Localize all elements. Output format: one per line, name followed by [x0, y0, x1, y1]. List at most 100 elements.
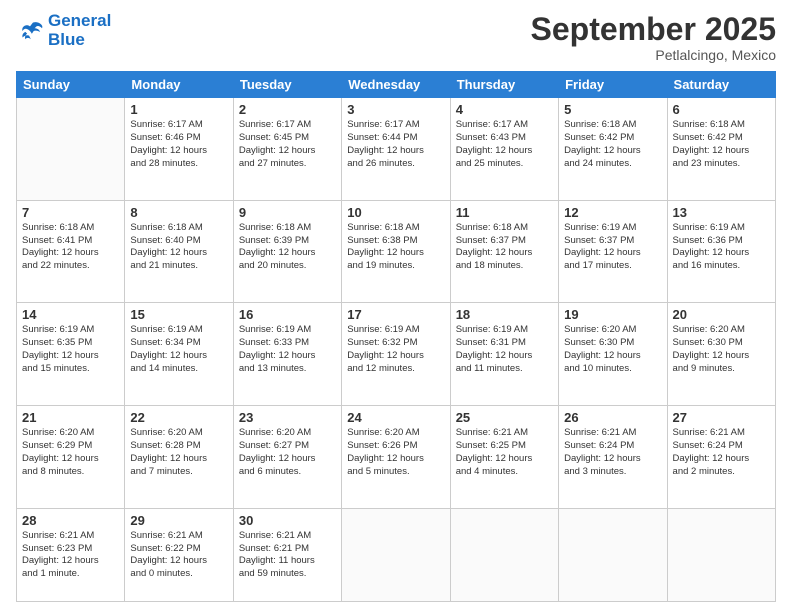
cell-daylight-info: Sunrise: 6:19 AM Sunset: 6:37 PM Dayligh… — [564, 222, 661, 273]
calendar-cell: 7Sunrise: 6:18 AM Sunset: 6:41 PM Daylig… — [17, 200, 125, 303]
cell-daylight-info: Sunrise: 6:18 AM Sunset: 6:42 PM Dayligh… — [673, 119, 770, 170]
day-number: 3 — [347, 102, 444, 117]
calendar-week-row: 28Sunrise: 6:21 AM Sunset: 6:23 PM Dayli… — [17, 508, 776, 601]
col-header-sunday: Sunday — [17, 72, 125, 98]
cell-daylight-info: Sunrise: 6:17 AM Sunset: 6:45 PM Dayligh… — [239, 119, 336, 170]
logo-text-block: General Blue — [48, 12, 111, 49]
col-header-monday: Monday — [125, 72, 233, 98]
day-number: 17 — [347, 307, 444, 322]
day-number: 9 — [239, 205, 336, 220]
cell-daylight-info: Sunrise: 6:20 AM Sunset: 6:30 PM Dayligh… — [564, 324, 661, 375]
day-number: 23 — [239, 410, 336, 425]
cell-daylight-info: Sunrise: 6:17 AM Sunset: 6:44 PM Dayligh… — [347, 119, 444, 170]
cell-daylight-info: Sunrise: 6:21 AM Sunset: 6:24 PM Dayligh… — [673, 427, 770, 478]
day-number: 24 — [347, 410, 444, 425]
day-number: 25 — [456, 410, 553, 425]
calendar-cell: 8 Sunrise: 6:18 AM Sunset: 6:40 PM Daylig… — [125, 200, 233, 303]
calendar-cell: 16 Sunrise: 6:19 AM Sunset: 6:33 PM Dayli… — [233, 303, 341, 406]
logo: General Blue — [16, 12, 111, 49]
calendar-cell — [17, 98, 125, 201]
day-number: 21 — [22, 410, 119, 425]
calendar-header-row: SundayMondayTuesdayWednesdayThursdayFrid… — [17, 72, 776, 98]
cell-daylight-info: Sunrise: 6:20 AM Sunset: 6:30 PM Dayligh… — [673, 324, 770, 375]
day-number: 14 — [22, 307, 119, 322]
calendar-cell: 29 Sunrise: 6:21 AM Sunset: 6:22 PM Dayli… — [125, 508, 233, 601]
calendar-cell: 6 Sunrise: 6:18 AM Sunset: 6:42 PM Daylig… — [667, 98, 775, 201]
calendar-cell: 24Sunrise: 6:20 AM Sunset: 6:26 PM Dayli… — [342, 406, 450, 509]
cell-daylight-info: Sunrise: 6:21 AM Sunset: 6:25 PM Dayligh… — [456, 427, 553, 478]
calendar-cell: 17 Sunrise: 6:19 AM Sunset: 6:32 PM Dayli… — [342, 303, 450, 406]
cell-daylight-info: Sunrise: 6:19 AM Sunset: 6:36 PM Dayligh… — [673, 222, 770, 273]
day-number: 10 — [347, 205, 444, 220]
calendar-cell — [342, 508, 450, 601]
cell-daylight-info: Sunrise: 6:19 AM Sunset: 6:34 PM Dayligh… — [130, 324, 227, 375]
calendar-cell: 19 Sunrise: 6:20 AM Sunset: 6:30 PM Dayli… — [559, 303, 667, 406]
cell-daylight-info: Sunrise: 6:19 AM Sunset: 6:33 PM Dayligh… — [239, 324, 336, 375]
calendar-cell: 23Sunrise: 6:20 AM Sunset: 6:27 PM Dayli… — [233, 406, 341, 509]
day-number: 16 — [239, 307, 336, 322]
month-title: September 2025 — [531, 12, 776, 47]
day-number: 7 — [22, 205, 119, 220]
cell-daylight-info: Sunrise: 6:18 AM Sunset: 6:38 PM Dayligh… — [347, 222, 444, 273]
col-header-thursday: Thursday — [450, 72, 558, 98]
cell-daylight-info: Sunrise: 6:21 AM Sunset: 6:24 PM Dayligh… — [564, 427, 661, 478]
cell-daylight-info: Sunrise: 6:17 AM Sunset: 6:43 PM Dayligh… — [456, 119, 553, 170]
calendar-cell — [559, 508, 667, 601]
cell-daylight-info: Sunrise: 6:19 AM Sunset: 6:35 PM Dayligh… — [22, 324, 119, 375]
cell-daylight-info: Sunrise: 6:19 AM Sunset: 6:32 PM Dayligh… — [347, 324, 444, 375]
col-header-wednesday: Wednesday — [342, 72, 450, 98]
day-number: 5 — [564, 102, 661, 117]
logo-bird-icon — [16, 19, 44, 43]
col-header-saturday: Saturday — [667, 72, 775, 98]
calendar-cell: 15 Sunrise: 6:19 AM Sunset: 6:34 PM Dayli… — [125, 303, 233, 406]
calendar-cell: 28Sunrise: 6:21 AM Sunset: 6:23 PM Dayli… — [17, 508, 125, 601]
calendar-cell: 13 Sunrise: 6:19 AM Sunset: 6:36 PM Dayli… — [667, 200, 775, 303]
col-header-tuesday: Tuesday — [233, 72, 341, 98]
calendar-cell: 4 Sunrise: 6:17 AM Sunset: 6:43 PM Daylig… — [450, 98, 558, 201]
page: General Blue September 2025 Petlalcingo,… — [0, 0, 792, 612]
calendar-cell: 30 Sunrise: 6:21 AM Sunset: 6:21 PM Dayli… — [233, 508, 341, 601]
calendar-week-row: 1 Sunrise: 6:17 AM Sunset: 6:46 PM Daylig… — [17, 98, 776, 201]
day-number: 28 — [22, 513, 119, 528]
location: Petlalcingo, Mexico — [531, 47, 776, 63]
calendar-cell: 11 Sunrise: 6:18 AM Sunset: 6:37 PM Dayli… — [450, 200, 558, 303]
day-number: 6 — [673, 102, 770, 117]
cell-daylight-info: Sunrise: 6:18 AM Sunset: 6:37 PM Dayligh… — [456, 222, 553, 273]
calendar-cell: 20 Sunrise: 6:20 AM Sunset: 6:30 PM Dayli… — [667, 303, 775, 406]
day-number: 13 — [673, 205, 770, 220]
cell-daylight-info: Sunrise: 6:18 AM Sunset: 6:42 PM Dayligh… — [564, 119, 661, 170]
cell-daylight-info: Sunrise: 6:21 AM Sunset: 6:22 PM Dayligh… — [130, 530, 227, 581]
day-number: 1 — [130, 102, 227, 117]
calendar-cell: 5 Sunrise: 6:18 AM Sunset: 6:42 PM Daylig… — [559, 98, 667, 201]
cell-daylight-info: Sunrise: 6:18 AM Sunset: 6:40 PM Dayligh… — [130, 222, 227, 273]
calendar-cell: 22 Sunrise: 6:20 AM Sunset: 6:28 PM Dayli… — [125, 406, 233, 509]
calendar-cell: 18Sunrise: 6:19 AM Sunset: 6:31 PM Dayli… — [450, 303, 558, 406]
calendar-table: SundayMondayTuesdayWednesdayThursdayFrid… — [16, 71, 776, 602]
calendar-cell: 12Sunrise: 6:19 AM Sunset: 6:37 PM Dayli… — [559, 200, 667, 303]
day-number: 19 — [564, 307, 661, 322]
calendar-cell: 3 Sunrise: 6:17 AM Sunset: 6:44 PM Daylig… — [342, 98, 450, 201]
day-number: 22 — [130, 410, 227, 425]
cell-daylight-info: Sunrise: 6:20 AM Sunset: 6:28 PM Dayligh… — [130, 427, 227, 478]
day-number: 30 — [239, 513, 336, 528]
day-number: 29 — [130, 513, 227, 528]
day-number: 27 — [673, 410, 770, 425]
calendar-cell: 25 Sunrise: 6:21 AM Sunset: 6:25 PM Dayli… — [450, 406, 558, 509]
day-number: 11 — [456, 205, 553, 220]
logo-line2: Blue — [48, 31, 111, 50]
day-number: 4 — [456, 102, 553, 117]
cell-daylight-info: Sunrise: 6:21 AM Sunset: 6:21 PM Dayligh… — [239, 530, 336, 581]
title-block: September 2025 Petlalcingo, Mexico — [531, 12, 776, 63]
calendar-cell: 1 Sunrise: 6:17 AM Sunset: 6:46 PM Daylig… — [125, 98, 233, 201]
cell-daylight-info: Sunrise: 6:19 AM Sunset: 6:31 PM Dayligh… — [456, 324, 553, 375]
cell-daylight-info: Sunrise: 6:17 AM Sunset: 6:46 PM Dayligh… — [130, 119, 227, 170]
calendar-cell — [450, 508, 558, 601]
calendar-cell: 14 Sunrise: 6:19 AM Sunset: 6:35 PM Dayli… — [17, 303, 125, 406]
calendar-cell: 26Sunrise: 6:21 AM Sunset: 6:24 PM Dayli… — [559, 406, 667, 509]
calendar-week-row: 14 Sunrise: 6:19 AM Sunset: 6:35 PM Dayli… — [17, 303, 776, 406]
day-number: 8 — [130, 205, 227, 220]
calendar-cell: 21Sunrise: 6:20 AM Sunset: 6:29 PM Dayli… — [17, 406, 125, 509]
day-number: 15 — [130, 307, 227, 322]
day-number: 20 — [673, 307, 770, 322]
calendar-cell: 27 Sunrise: 6:21 AM Sunset: 6:24 PM Dayli… — [667, 406, 775, 509]
